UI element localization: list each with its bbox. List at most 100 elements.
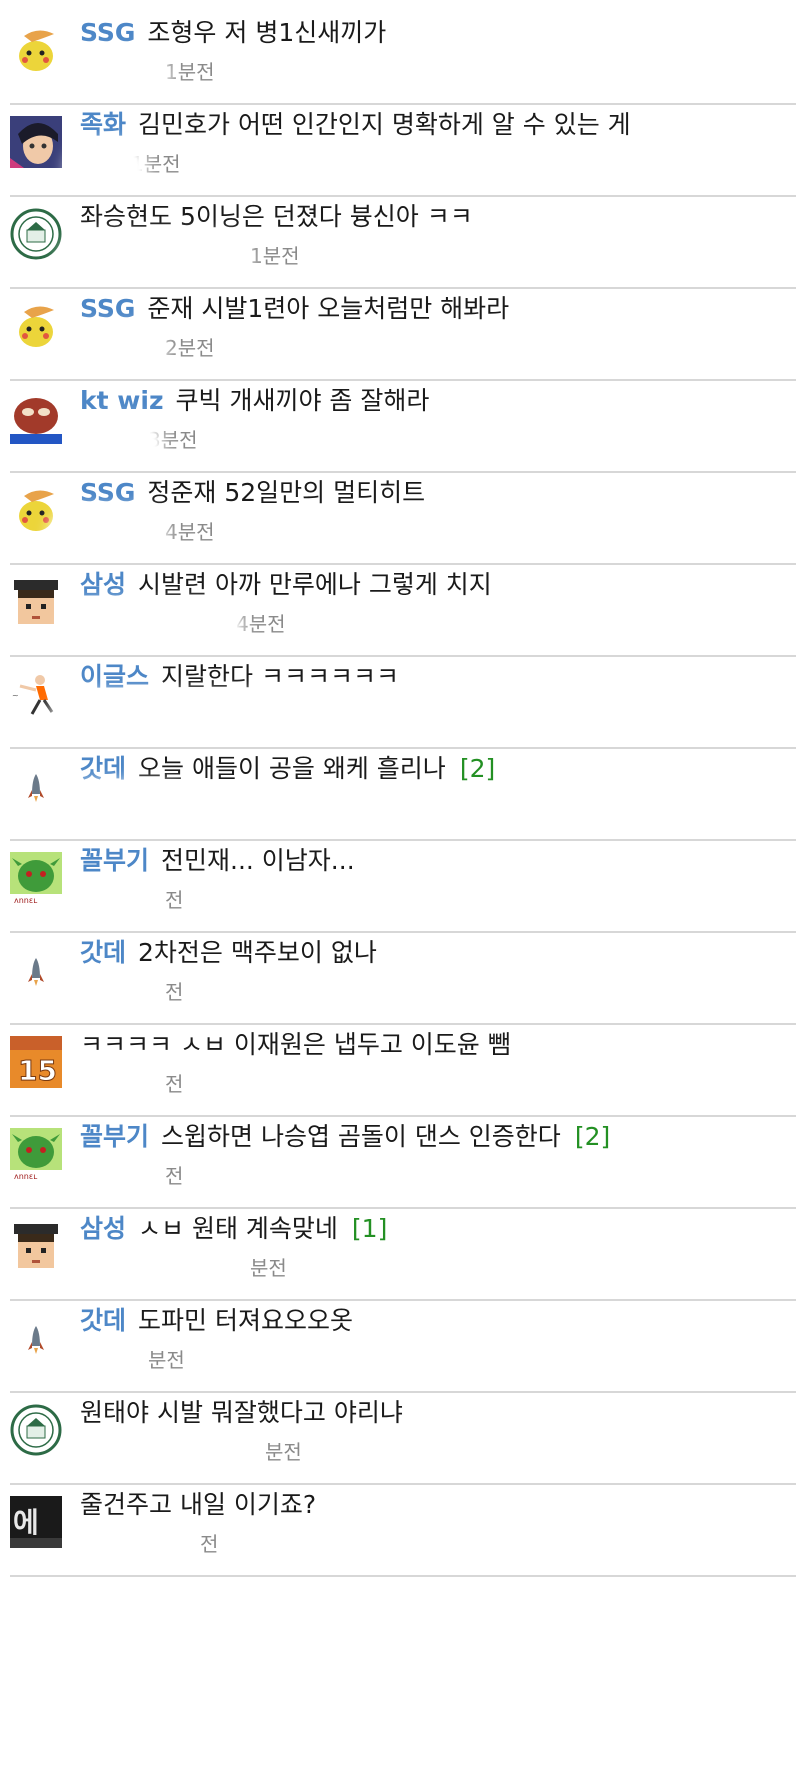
list-item[interactable]: 원태야 시발 뭐잘했다고 야리냐 분전 (0, 1380, 796, 1485)
team-tag: 꼴부기 (80, 846, 150, 875)
post-title: ㅅㅂ 원태 계속맞네 (138, 1214, 338, 1243)
post-title-line: kt wiz 쿠빅 개새끼야 좀 잘해라 (80, 382, 776, 420)
baseball-pitcher-icon: ~ (10, 668, 62, 720)
list-item[interactable]: 삼성 ㅅㅂ 원태 계속맞네 [1] 분전 (0, 1196, 796, 1301)
post-title: 쿠빅 개새끼야 좀 잘해라 (175, 386, 430, 415)
post-title-line: 줄건주고 내일 이기죠? (80, 1486, 776, 1524)
post-title-line: 삼성 시발련 아까 만루에나 그렇게 치지 (80, 566, 776, 604)
post-title-line: 갓데 오늘 애들이 공을 왜케 흘리나 [2] (80, 750, 776, 788)
post-time: 분전 (148, 1348, 185, 1372)
rocket-icon (10, 760, 62, 812)
post-title: 2차전은 맥주보이 없나 (138, 938, 377, 967)
pixel-graduate-icon (10, 1220, 62, 1272)
post-title-line: 좌승현도 5이닝은 던졌다 븅신아 ㅋㅋ (80, 198, 776, 236)
list-item[interactable]: 갓데 도파민 터져요오오옷 분전 (0, 1288, 796, 1393)
post-title-line: ㅋㅋㅋㅋ ㅅㅂ 이재원은 냅두고 이도윤 뺌 (80, 1026, 776, 1064)
svg-text:~: ~ (12, 691, 19, 700)
post-title-line: 족화 김민호가 어떤 인간인지 명확하게 알 수 있는 게 (80, 106, 776, 144)
team-tag: 족화 (80, 110, 127, 139)
post-title: 원태야 시발 뭐잘했다고 야리냐 (80, 1398, 403, 1427)
list-item[interactable]: ~ 이글스 지랄한다 ㅋㅋㅋㅋㅋㅋ (0, 644, 796, 749)
comment-count: [2] (459, 754, 496, 783)
team-tag: 삼성 (80, 1214, 127, 1243)
rocket-icon (10, 1312, 62, 1364)
post-title: ㅋㅋㅋㅋ ㅅㅂ 이재원은 냅두고 이도윤 뺌 (80, 1030, 511, 1059)
post-title-line: 원태야 시발 뭐잘했다고 야리냐 (80, 1394, 776, 1432)
post-title: 오늘 애들이 공을 왜케 흘리나 (138, 754, 446, 783)
post-time: 전 (165, 1072, 184, 1096)
pepe-frog-icon (10, 392, 62, 444)
jersey-15-icon: 15 (10, 1036, 62, 1088)
post-title: 줄건주고 내일 이기죠? (80, 1490, 317, 1519)
list-item[interactable]: kt wiz 쿠빅 개새끼야 좀 잘해라 3분전 (0, 368, 796, 473)
comment-count: [1] (351, 1214, 388, 1243)
redaction-smudge (70, 608, 238, 648)
redaction-smudge (66, 332, 162, 372)
pikachu-icon (10, 484, 62, 536)
post-title-line: SSG 준재 시발1련아 오늘처럼만 해봐라 (80, 290, 776, 328)
post-time: 1분전 (250, 244, 300, 268)
list-item[interactable]: SSG 준재 시발1련아 오늘처럼만 해봐라 2분전 (0, 276, 796, 381)
post-title: 전민재... 이남자... (161, 846, 355, 875)
list-item[interactable]: 15 ㅋㅋㅋㅋ ㅅㅂ 이재원은 냅두고 이도윤 뺌 전 (0, 1012, 796, 1117)
team-tag: 이글스 (80, 662, 150, 691)
team-tag: 갓데 (80, 938, 127, 967)
post-title: 조형우 저 병1신새끼가 (147, 18, 387, 47)
list-item[interactable]: ʌnnɛʟ 꼴부기 스윕하면 나승엽 곰돌이 댄스 인증한다 [2] 전 (0, 1104, 796, 1209)
post-title-line: 갓데 2차전은 맥주보이 없나 (80, 934, 776, 972)
team-tag: 삼성 (80, 570, 127, 599)
list-item[interactable]: 갓데 오늘 애들이 공을 왜케 흘리나 [2] (0, 736, 796, 841)
university-seal-icon (10, 1404, 62, 1456)
anime-face-icon (10, 116, 62, 168)
post-title: 준재 시발1련아 오늘처럼만 해봐라 (147, 294, 510, 323)
post-title: 지랄한다 ㅋㅋㅋㅋㅋㅋ (161, 662, 399, 691)
post-title: 스윕하면 나승엽 곰돌이 댄스 인증한다 (161, 1122, 561, 1151)
post-time: 전 (165, 980, 184, 1004)
pixel-text-icon: 에 (10, 1496, 62, 1548)
team-tag: 갓데 (80, 1306, 127, 1335)
team-tag: 꼴부기 (80, 1122, 150, 1151)
green-goblin-icon: ʌnnɛʟ (10, 852, 62, 904)
post-time: 1분전 (165, 60, 215, 84)
pikachu-icon (10, 300, 62, 352)
list-item[interactable]: SSG 정준재 52일만의 멀티히트 4분전 (0, 460, 796, 565)
list-item[interactable]: 에 줄건주고 내일 이기죠? 전 (0, 1472, 796, 1577)
post-title: 도파민 터져요오오옷 (138, 1306, 353, 1335)
team-tag: kt wiz (80, 386, 164, 415)
svg-text:ʌnnɛʟ: ʌnnɛʟ (14, 896, 37, 904)
redaction-smudge (70, 58, 165, 96)
list-item[interactable]: SSG 조형우 저 병1신새끼가 1분전 (0, 0, 796, 105)
post-time: 전 (200, 1532, 219, 1556)
post-title-line: 꼴부기 스윕하면 나승엽 곰돌이 댄스 인증한다 [2] (80, 1118, 776, 1156)
list-item[interactable]: 삼성 시발련 아까 만루에나 그렇게 치지 4분전 (0, 552, 796, 657)
list-item[interactable]: 족화 김민호가 어떤 인간인지 명확하게 알 수 있는 게 1분전 (0, 92, 796, 197)
university-seal-icon (10, 208, 62, 260)
team-tag: 갓데 (80, 754, 127, 783)
post-time: 2분전 (165, 336, 215, 360)
pikachu-icon (10, 24, 62, 76)
list-item[interactable]: 좌승현도 5이닝은 던졌다 븅신아 ㅋㅋ 1분전 (0, 184, 796, 289)
post-title-line: 삼성 ㅅㅂ 원태 계속맞네 [1] (80, 1210, 776, 1248)
pixel-graduate-icon (10, 576, 62, 628)
post-title: 정준재 52일만의 멀티히트 (147, 478, 426, 507)
post-title: 좌승현도 5이닝은 던졌다 븅신아 ㅋㅋ (80, 202, 473, 231)
list-item[interactable]: 갓데 2차전은 맥주보이 없나 전 (0, 920, 796, 1025)
post-time: 전 (165, 1164, 184, 1188)
list-item[interactable]: ʌnnɛʟ 꼴부기 전민재... 이남자... 전 (0, 828, 796, 933)
team-tag: SSG (80, 18, 136, 47)
rocket-icon (10, 944, 62, 996)
svg-text:15: 15 (18, 1054, 57, 1087)
svg-text:ʌnnɛʟ: ʌnnɛʟ (14, 1172, 37, 1180)
team-tag: SSG (80, 294, 136, 323)
post-title: 김민호가 어떤 인간인지 명확하게 알 수 있는 게 (138, 110, 631, 139)
team-tag: SSG (80, 478, 136, 507)
green-goblin-icon: ʌnnɛʟ (10, 1128, 62, 1180)
post-time: 분전 (265, 1440, 302, 1464)
post-time: 4분전 (236, 612, 286, 636)
post-title-line: 꼴부기 전민재... 이남자... (80, 842, 776, 880)
comment-count: [2] (574, 1122, 611, 1151)
post-title-line: 갓데 도파민 터져요오오옷 (80, 1302, 776, 1340)
post-title-line: 이글스 지랄한다 ㅋㅋㅋㅋㅋㅋ (80, 658, 776, 696)
post-title-line: SSG 조형우 저 병1신새끼가 (80, 14, 776, 52)
post-title-line: SSG 정준재 52일만의 멀티히트 (80, 474, 776, 512)
